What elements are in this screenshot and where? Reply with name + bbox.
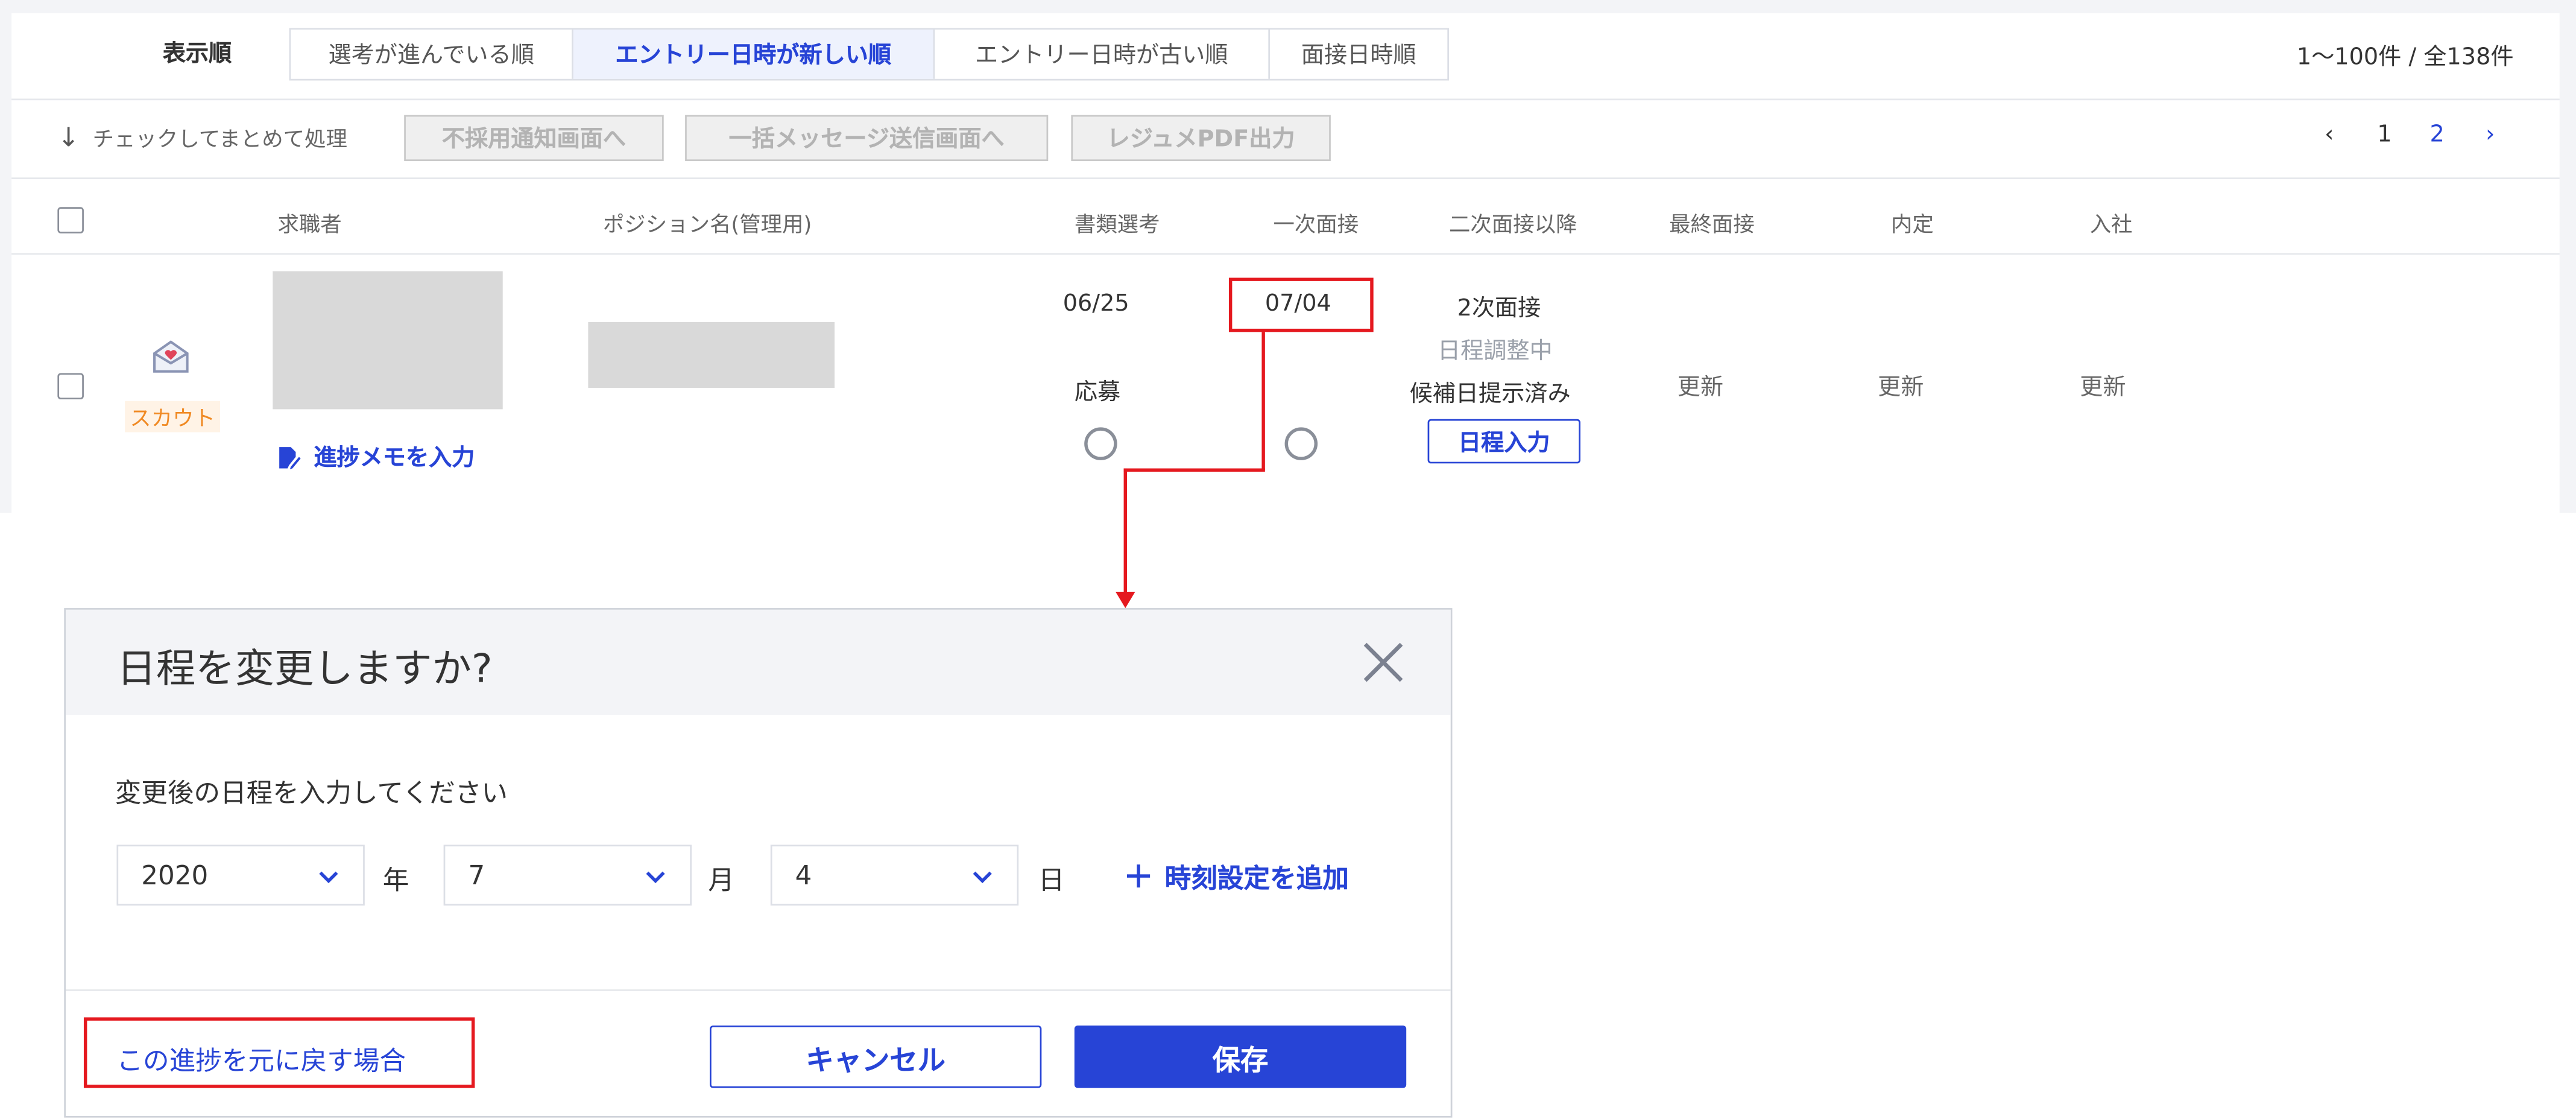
add-time-setting-link[interactable]: 時刻設定を追加 xyxy=(1125,856,1349,895)
divider xyxy=(11,253,2560,255)
progress-memo-link[interactable]: 進捗メモを入力 xyxy=(277,440,475,473)
day-select[interactable]: 4 xyxy=(770,845,1019,906)
page-1[interactable]: 1 xyxy=(2377,122,2391,148)
chevron-down-icon xyxy=(319,871,338,884)
final-interview-update-link[interactable]: 更新 xyxy=(1678,370,1723,402)
row-checkbox[interactable] xyxy=(57,373,84,400)
sort-tabs: 選考が進んでいる順 エントリー日時が新しい順 エントリー日時が古い順 面接日時順 xyxy=(289,28,1450,81)
first-interview-date[interactable]: 07/04 xyxy=(1265,291,1331,317)
col-joined: 入社 xyxy=(2089,214,2133,239)
bulk-hint-text: チェックしてまとめて処理 xyxy=(92,128,347,153)
scout-badge: スカウト xyxy=(125,401,221,433)
select-all-checkbox[interactable] xyxy=(57,207,84,233)
sort-tab-progress[interactable]: 選考が進んでいる順 xyxy=(291,30,573,79)
divider xyxy=(11,177,2560,179)
applicant-photo xyxy=(273,271,503,410)
document-screening-pass-icon[interactable] xyxy=(1084,427,1117,460)
schedule-input-button[interactable]: 日程入力 xyxy=(1427,419,1580,464)
sort-tab-newest-entry[interactable]: エントリー日時が新しい順 xyxy=(573,30,935,79)
connector-arrowhead-icon xyxy=(1115,591,1135,609)
col-applicant: 求職者 xyxy=(277,214,342,239)
reject-notice-button[interactable]: 不採用通知画面へ xyxy=(404,115,664,162)
revert-progress-link[interactable]: この進捗を元に戻す場合 xyxy=(116,1039,406,1078)
resume-pdf-button[interactable]: レジュメPDF出力 xyxy=(1071,115,1331,162)
col-second-interview: 二次面接以降 xyxy=(1449,214,1577,239)
prev-page-icon[interactable]: ‹ xyxy=(2325,122,2334,148)
divider xyxy=(11,98,2560,101)
col-document-screening: 書類選考 xyxy=(1074,214,1160,239)
second-interview-substatus: 候補日提示済み xyxy=(1409,381,1571,408)
next-page-icon[interactable]: › xyxy=(2486,122,2495,148)
month-unit: 月 xyxy=(708,864,734,896)
scout-mail-icon xyxy=(153,340,189,373)
sort-tab-interview-date[interactable]: 面接日時順 xyxy=(1270,30,1447,79)
dialog-instruction: 変更後の日程を入力してください xyxy=(115,777,508,809)
sort-label: 表示順 xyxy=(162,41,232,68)
col-position: ポジション名(管理用) xyxy=(602,214,812,239)
second-interview-title: 2次面接 xyxy=(1457,296,1541,323)
arrow-down-icon: ↓ xyxy=(57,121,80,153)
connector-line xyxy=(1123,468,1128,594)
dialog-footer-divider xyxy=(65,989,1451,991)
col-first-interview: 一次面接 xyxy=(1273,214,1359,239)
document-screening-date: 06/25 xyxy=(1062,291,1129,317)
chevron-down-icon xyxy=(646,871,665,884)
col-final-interview: 最終面接 xyxy=(1669,214,1755,239)
page-2[interactable]: 2 xyxy=(2430,122,2445,148)
result-count: 1〜100件 / 全138件 xyxy=(2296,44,2514,71)
connector-line xyxy=(1123,468,1265,472)
month-value: 7 xyxy=(468,859,485,891)
second-interview-status: 日程調整中 xyxy=(1437,338,1553,365)
document-screening-status: 応募 xyxy=(1074,379,1121,406)
day-unit: 日 xyxy=(1038,864,1065,896)
chevron-down-icon xyxy=(973,871,992,884)
bulk-hint: ↓ チェックしてまとめて処理 xyxy=(57,122,347,153)
edit-memo-icon xyxy=(279,446,301,469)
position-name-masked xyxy=(588,322,835,388)
first-interview-pass-icon[interactable] xyxy=(1284,427,1318,460)
progress-memo-label: 進捗メモを入力 xyxy=(314,445,475,472)
offer-update-link[interactable]: 更新 xyxy=(1878,370,1924,402)
year-unit: 年 xyxy=(382,864,409,896)
col-offer: 内定 xyxy=(1890,214,1934,239)
add-time-label: 時刻設定を追加 xyxy=(1164,863,1349,895)
day-value: 4 xyxy=(795,859,812,891)
joined-update-link[interactable]: 更新 xyxy=(2080,370,2126,402)
change-schedule-dialog: 日程を変更しますか? 変更後の日程を入力してください 2020 年 7 月 4 … xyxy=(64,608,1453,1118)
cancel-button[interactable]: キャンセル xyxy=(709,1025,1042,1088)
connector-line xyxy=(1261,332,1265,471)
plus-icon xyxy=(1127,864,1151,888)
bulk-message-button[interactable]: 一括メッセージ送信画面へ xyxy=(685,115,1049,162)
save-button[interactable]: 保存 xyxy=(1074,1025,1407,1088)
sort-tab-oldest-entry[interactable]: エントリー日時が古い順 xyxy=(935,30,1271,79)
month-select[interactable]: 7 xyxy=(443,845,692,906)
close-icon[interactable] xyxy=(1360,639,1406,685)
dialog-title: 日程を変更しますか? xyxy=(116,645,493,693)
year-select[interactable]: 2020 xyxy=(116,845,365,906)
year-value: 2020 xyxy=(141,859,209,891)
